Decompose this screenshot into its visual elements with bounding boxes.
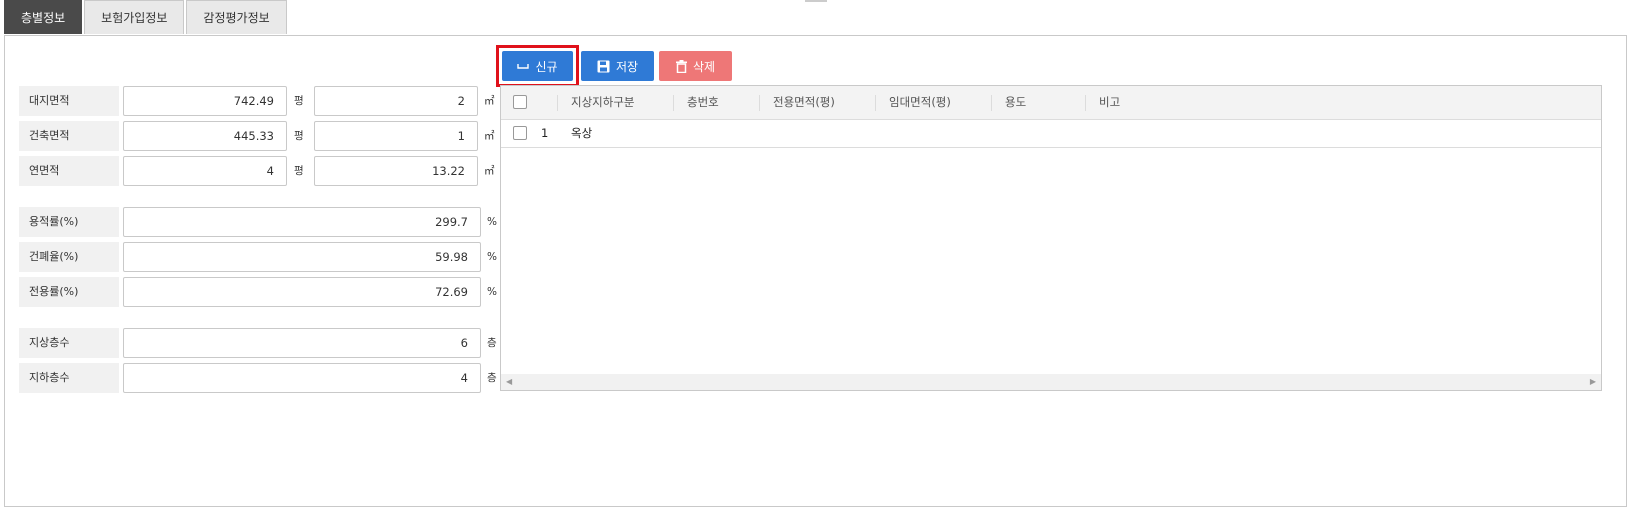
grid-header: 지상지하구분 층번호 전용면적(평) 임대면적(평) 용도 비고 xyxy=(501,86,1601,120)
above-floors-label: 지상층수 xyxy=(19,328,119,358)
floor-unit: 층 xyxy=(487,372,497,384)
below-floors-label: 지하층수 xyxy=(19,363,119,393)
pyeong-unit: 평 xyxy=(294,165,304,177)
total-floor-area-label: 연면적 xyxy=(19,156,119,186)
col-header-note[interactable]: 비고 xyxy=(1099,86,1120,119)
row-number: 1 xyxy=(541,126,549,140)
coverage-ratio-input[interactable]: 59.98 xyxy=(123,242,481,272)
building-area-sqm-input[interactable]: 1 xyxy=(314,121,478,151)
col-header-exclusive-area[interactable]: 전용면적(평) xyxy=(773,86,835,119)
col-header-ground-type[interactable]: 지상지하구분 xyxy=(571,86,634,119)
column-divider xyxy=(557,95,558,111)
column-divider xyxy=(759,95,760,111)
col-header-floor-number[interactable]: 층번호 xyxy=(687,86,719,119)
cell-ground-type[interactable]: 옥상 xyxy=(571,119,592,147)
tab-appraisal-info[interactable]: 감정평가정보 xyxy=(186,0,287,34)
pyeong-unit: 평 xyxy=(294,95,304,107)
below-floors-input[interactable]: 4 xyxy=(123,363,481,393)
horizontal-scrollbar[interactable]: ◀ ▶ xyxy=(501,374,1601,390)
sqm-unit: ㎡ xyxy=(484,165,495,177)
exclusive-ratio-input[interactable]: 72.69 xyxy=(123,277,481,307)
floor-unit: 층 xyxy=(487,337,497,349)
floor-grid: 지상지하구분 층번호 전용면적(평) 임대면적(평) 용도 비고 1 옥상 ◀ … xyxy=(500,85,1602,391)
col-header-use[interactable]: 용도 xyxy=(1005,86,1026,119)
save-icon xyxy=(597,60,610,73)
column-divider xyxy=(875,95,876,111)
new-button-label: 신규 xyxy=(535,59,558,74)
tab-bar: 층별정보 보험가입정보 감정평가정보 xyxy=(4,0,289,35)
percent-unit: % xyxy=(487,251,497,263)
save-button[interactable]: 저장 xyxy=(581,51,654,81)
percent-unit: % xyxy=(487,286,497,298)
new-icon xyxy=(517,62,530,70)
exclusive-ratio-label: 전용률(%) xyxy=(19,277,119,307)
trash-icon xyxy=(675,59,687,73)
total-floor-area-sqm-input[interactable]: 13.22 xyxy=(314,156,478,186)
pyeong-unit: 평 xyxy=(294,130,304,142)
tab-insurance-info[interactable]: 보험가입정보 xyxy=(84,0,185,34)
building-area-label: 건축면적 xyxy=(19,121,119,151)
column-divider xyxy=(673,95,674,111)
floor-area-ratio-label: 용적률(%) xyxy=(19,207,119,237)
coverage-ratio-label: 건폐율(%) xyxy=(19,242,119,272)
land-area-pyeong-input[interactable]: 742.49 xyxy=(123,86,287,116)
top-handle xyxy=(805,0,827,2)
tab-floor-info[interactable]: 층별정보 xyxy=(4,0,83,34)
column-divider xyxy=(991,95,992,111)
scroll-right-icon[interactable]: ▶ xyxy=(1590,374,1596,390)
select-all-checkbox[interactable] xyxy=(513,95,527,109)
col-header-lease-area[interactable]: 임대면적(평) xyxy=(889,86,951,119)
row-checkbox[interactable] xyxy=(513,126,527,140)
total-floor-area-pyeong-input[interactable]: 4 xyxy=(123,156,287,186)
building-area-pyeong-input[interactable]: 445.33 xyxy=(123,121,287,151)
sqm-unit: ㎡ xyxy=(484,95,495,107)
delete-button-label: 삭제 xyxy=(692,59,716,74)
percent-unit: % xyxy=(487,216,497,228)
delete-button[interactable]: 삭제 xyxy=(659,51,732,81)
land-area-sqm-input[interactable]: 2 xyxy=(314,86,478,116)
above-floors-input[interactable]: 6 xyxy=(123,328,481,358)
scroll-left-icon[interactable]: ◀ xyxy=(506,374,512,390)
new-button[interactable]: 신규 xyxy=(502,51,573,81)
table-row[interactable]: 1 옥상 xyxy=(501,119,1601,148)
save-button-label: 저장 xyxy=(615,59,639,74)
column-divider xyxy=(1085,95,1086,111)
sqm-unit: ㎡ xyxy=(484,130,495,142)
land-area-label: 대지면적 xyxy=(19,86,119,116)
floor-area-ratio-input[interactable]: 299.7 xyxy=(123,207,481,237)
